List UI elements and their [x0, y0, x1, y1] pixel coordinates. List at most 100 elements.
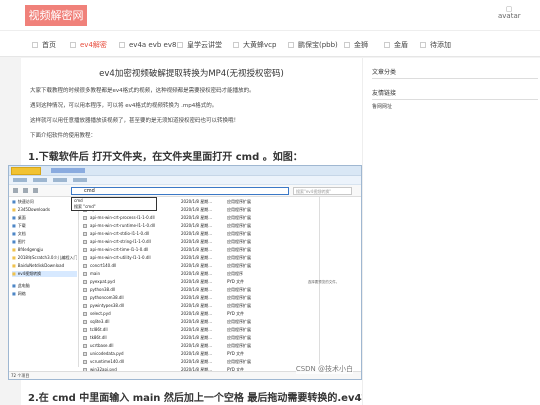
sidebar: 文章分类 友情链接 鲁网网址 [362, 58, 540, 405]
file-row: api-ms-win-crt-process-l1-1-0.dll 2020/1/… [81, 215, 291, 221]
file-icon [83, 336, 87, 340]
nav-pane-item: 桌面 [12, 215, 77, 221]
nav-pane-item: BaiduNetdiskDownload [12, 263, 77, 268]
nav-item-home[interactable]: 首页 [32, 39, 56, 51]
ribbon-tab [33, 178, 47, 182]
menu-item-icon [384, 42, 390, 48]
site-logo[interactable]: 视频解密网 [25, 5, 87, 26]
file-row: concrt140.dll 2020/1/8 星期... 应用程序扩展 [81, 263, 291, 269]
file-icon [83, 232, 87, 236]
file-icon [83, 240, 87, 244]
file-icon [83, 320, 87, 324]
nav-item-to-add[interactable]: 待添加 [420, 39, 451, 51]
file-row: unicodedata.pyd 2020/1/8 星期... PYD 文件 [81, 351, 291, 357]
up-arrow-icon [33, 188, 38, 193]
file-row: api-ms-win-crt-string-l1-1-0.dll 2020/1/8… [81, 239, 291, 245]
file-row: vcruntime140.dll 2020/1/8 星期... 应用程序扩展 [81, 359, 291, 365]
file-icon [83, 304, 87, 308]
forward-arrow-icon [23, 188, 28, 193]
nav-pane-item: 网络 [12, 291, 77, 297]
navigation-pane: 快速访问 2345Downloads 桌面 下载 文档 图片 8f4e4geng… [9, 197, 79, 367]
file-row: api-ms-win-crt-time-l1-1-0.dll 2020/1/8 星… [81, 247, 291, 253]
nav-item-ev4-decrypt[interactable]: ev4解密 [70, 39, 107, 51]
nav-item-ev4a-evb-ev8[interactable]: ev4a evb ev8 [119, 39, 176, 51]
file-row: sqlite3.dll 2020/1/8 星期... 应用程序扩展 [81, 319, 291, 325]
autocomplete-popup: cmd 搜索 "cmd" [71, 197, 157, 211]
file-row: tcl86t.dll 2020/1/8 星期... 应用程序扩展 [81, 327, 291, 333]
window-titlebar [9, 166, 361, 176]
nav-pane-item: 2345Downloads [12, 207, 77, 212]
back-arrow-icon [13, 188, 18, 193]
file-icon [83, 328, 87, 332]
nav-item-golden-lion[interactable]: 金狮 [344, 39, 368, 51]
site-header: 视频解密网 ▢ avatar [0, 0, 540, 30]
watermark: CSDN @技术小白 [295, 364, 353, 374]
file-row: select.pyd 2020/1/8 星期... PYD 文件 [81, 311, 291, 317]
file-icon [83, 224, 87, 228]
explorer-screenshot: cmd 搜索"ev4视频转换" 快速访问 2345Downloads 桌面 下载… [8, 165, 362, 380]
file-row: main 2020/1/8 星期... 应用程序 [81, 271, 291, 277]
file-icon [83, 216, 87, 220]
file-row: pywintypes38.dll 2020/1/8 星期... 应用程序扩展 [81, 303, 291, 309]
file-icon [83, 360, 87, 364]
folder-icon [11, 167, 41, 175]
nav-pane-item: 快速访问 [12, 199, 77, 205]
file-row: tk86t.dll 2020/1/8 星期... 应用程序扩展 [81, 335, 291, 341]
menu-item-icon [344, 42, 350, 48]
sidebar-divider [372, 78, 538, 79]
file-icon [83, 296, 87, 300]
article-paragraph: 遇到这种情况，可以用本程序，可以将 ev4格式的视频转换为 .mp4格式的。 [30, 103, 218, 109]
sidebar-section-title: 文章分类 [372, 69, 397, 76]
sidebar-link[interactable]: 鲁网网址 [372, 103, 392, 110]
file-list: api-ms-win-crt-locale-l1-1-0.dll2020/1/8… [81, 197, 321, 373]
file-icon [83, 256, 87, 260]
preview-pane: 选择要预览的文件。 [308, 197, 361, 373]
menu-item-icon [70, 42, 76, 48]
sidebar-section-title: 友情链接 [372, 90, 397, 97]
avatar-label: avatar [498, 12, 521, 20]
article-paragraph: 大家下载教程的时候很多教程都是ev4格式的视频，这种视频都是需要授权密码才能播放… [30, 88, 255, 94]
file-icon [83, 312, 87, 316]
menu-item-icon [288, 42, 294, 48]
nav-item-golden-shield[interactable]: 金盾 [384, 39, 408, 51]
main-nav: 首页 ev4解密 ev4a evb ev8 皇学云讲堂 大黄蜂vcp 鹏保宝(p… [0, 30, 540, 57]
file-icon [83, 248, 87, 252]
file-row: ucrtbase.dll 2020/1/8 星期... 应用程序扩展 [81, 343, 291, 349]
menu-item-icon [177, 42, 183, 48]
file-icon [83, 280, 87, 284]
sidebar-divider [372, 99, 538, 100]
file-row: api-ms-win-crt-utility-l1-1-0.dll 2020/1/… [81, 255, 291, 261]
file-row: python38.dll 2020/1/8 星期... 应用程序扩展 [81, 287, 291, 293]
file-icon [83, 272, 87, 276]
address-bar-row: cmd 搜索"ev4视频转换" [9, 185, 361, 197]
file-icon [83, 264, 87, 268]
nav-item-pbb[interactable]: 鹏保宝(pbb) [288, 39, 338, 51]
step-heading: 2.在 cmd 中里面输入 main 然后加上一个空格 最后拖动需要转换的.ev… [28, 393, 402, 404]
article-title: ev4加密视频破解提取转换为MP4(无视授权密码) [99, 69, 284, 79]
file-row: api-ms-win-crt-runtime-l1-1-0.dll 2020/1/… [81, 223, 291, 229]
file-row: pyexpat.pyd 2020/1/8 星期... PYD 文件 [81, 279, 291, 285]
nav-pane-item: 图片 [12, 239, 77, 245]
nav-pane-item: 此电脑 [12, 283, 77, 289]
menu-item-icon [119, 42, 125, 48]
file-row: pythoncom38.dll 2020/1/8 星期... 应用程序扩展 [81, 295, 291, 301]
article-paragraph: 这样就可以用任意播放器播放该视频了，甚至要的是无须知道授权密码也可以转换哦！ [30, 118, 240, 124]
nav-pane-item: 文档 [12, 231, 77, 237]
search-input: 搜索"ev4视频转换" [293, 187, 352, 195]
nav-pane-item: ev4视频转换 [12, 271, 77, 277]
nav-item-hornet-vcp[interactable]: 大黄蜂vcp [233, 39, 276, 51]
ribbon-tab [53, 178, 67, 182]
nav-item-huangxue[interactable]: 皇学云讲堂 [177, 39, 222, 51]
menu-item-icon [420, 42, 426, 48]
file-row: api-ms-win-crt-stdio-l1-1-0.dll 2020/1/8 … [81, 231, 291, 237]
ribbon-tab [13, 178, 27, 182]
ribbon-tab [73, 178, 87, 182]
nav-pane-item: 下载 [12, 223, 77, 229]
menu-item-icon [233, 42, 239, 48]
file-icon [83, 352, 87, 356]
nav-pane-item: 2018年Scratch3.0少儿编程入门到 [12, 255, 77, 261]
ribbon-tabs [9, 176, 361, 185]
menu-item-icon [32, 42, 38, 48]
avatar[interactable]: ▢ avatar [498, 6, 521, 20]
file-icon [83, 344, 87, 348]
